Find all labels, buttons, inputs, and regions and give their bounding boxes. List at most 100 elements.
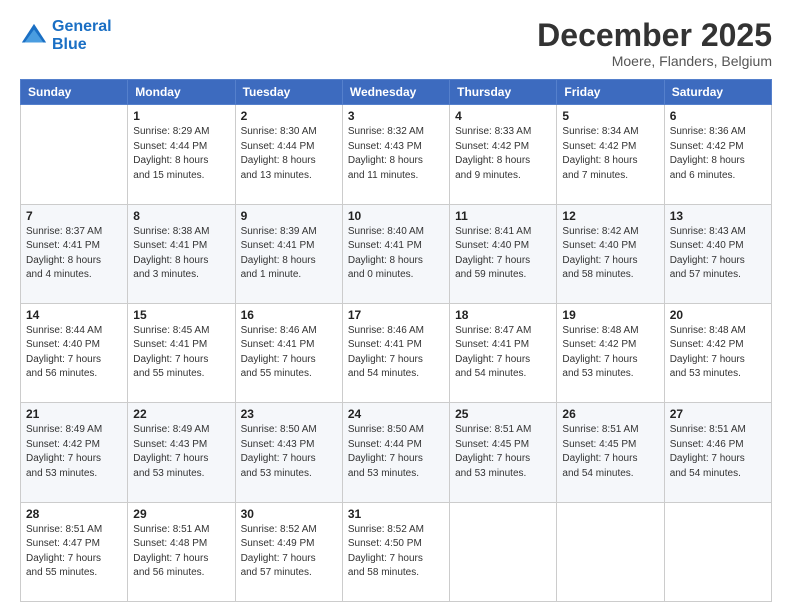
day-detail: Sunrise: 8:51 AM Sunset: 4:45 PM Dayligh… bbox=[562, 423, 658, 481]
logo: General Blue bbox=[20, 18, 112, 53]
day-detail: Sunrise: 8:51 AM Sunset: 4:46 PM Dayligh… bbox=[670, 423, 766, 481]
day-detail: Sunrise: 8:29 AM Sunset: 4:44 PM Dayligh… bbox=[133, 125, 229, 183]
day-number: 5 bbox=[562, 109, 658, 123]
day-number: 13 bbox=[670, 209, 766, 223]
logo-icon bbox=[20, 22, 48, 50]
day-detail: Sunrise: 8:47 AM Sunset: 4:41 PM Dayligh… bbox=[455, 324, 551, 382]
calendar-cell: 16Sunrise: 8:46 AM Sunset: 4:41 PM Dayli… bbox=[235, 303, 342, 402]
day-number: 26 bbox=[562, 407, 658, 421]
calendar-cell: 6Sunrise: 8:36 AM Sunset: 4:42 PM Daylig… bbox=[664, 105, 771, 204]
day-number: 23 bbox=[241, 407, 337, 421]
calendar-cell: 5 Sunrise: 8:34 AM Sunset: 4:42 PM Daylig… bbox=[557, 105, 664, 204]
day-number: 22 bbox=[133, 407, 229, 421]
day-detail: Sunrise: 8:32 AM Sunset: 4:43 PM Dayligh… bbox=[348, 125, 444, 183]
calendar-cell: 27 Sunrise: 8:51 AM Sunset: 4:46 PM Dayli… bbox=[664, 403, 771, 502]
day-number: 25 bbox=[455, 407, 551, 421]
day-detail: Sunrise: 8:36 AM Sunset: 4:42 PM Dayligh… bbox=[670, 125, 766, 183]
calendar-cell: 21 Sunrise: 8:49 AM Sunset: 4:42 PM Dayli… bbox=[21, 403, 128, 502]
day-number: 2 bbox=[241, 109, 337, 123]
day-detail: Sunrise: 8:51 AM Sunset: 4:48 PM Dayligh… bbox=[133, 523, 229, 581]
weekday-header-saturday: Saturday bbox=[664, 80, 771, 105]
week-row-4: 28Sunrise: 8:51 AM Sunset: 4:47 PM Dayli… bbox=[21, 502, 772, 601]
day-detail: Sunrise: 8:42 AM Sunset: 4:40 PM Dayligh… bbox=[562, 225, 658, 283]
calendar-cell: 13Sunrise: 8:43 AM Sunset: 4:40 PM Dayli… bbox=[664, 204, 771, 303]
day-number: 11 bbox=[455, 209, 551, 223]
day-number: 20 bbox=[670, 308, 766, 322]
calendar-cell: 30Sunrise: 8:52 AM Sunset: 4:49 PM Dayli… bbox=[235, 502, 342, 601]
calendar-cell: 14 Sunrise: 8:44 AM Sunset: 4:40 PM Dayli… bbox=[21, 303, 128, 402]
day-number: 19 bbox=[562, 308, 658, 322]
day-number: 21 bbox=[26, 407, 122, 421]
weekday-header-friday: Friday bbox=[557, 80, 664, 105]
main-title: December 2025 bbox=[537, 18, 772, 53]
day-detail: Sunrise: 8:44 AM Sunset: 4:40 PM Dayligh… bbox=[26, 324, 122, 382]
week-row-1: 7 Sunrise: 8:37 AM Sunset: 4:41 PM Daylig… bbox=[21, 204, 772, 303]
calendar-cell: 10Sunrise: 8:40 AM Sunset: 4:41 PM Dayli… bbox=[342, 204, 449, 303]
calendar-cell: 23 Sunrise: 8:50 AM Sunset: 4:43 PM Dayli… bbox=[235, 403, 342, 502]
day-number: 28 bbox=[26, 507, 122, 521]
logo-line1: General bbox=[52, 18, 112, 36]
calendar-cell: 22 Sunrise: 8:49 AM Sunset: 4:43 PM Dayli… bbox=[128, 403, 235, 502]
calendar-cell: 31 Sunrise: 8:52 AM Sunset: 4:50 PM Dayli… bbox=[342, 502, 449, 601]
day-number: 31 bbox=[348, 507, 444, 521]
day-number: 15 bbox=[133, 308, 229, 322]
day-detail: Sunrise: 8:40 AM Sunset: 4:41 PM Dayligh… bbox=[348, 225, 444, 283]
calendar-cell: 18 Sunrise: 8:47 AM Sunset: 4:41 PM Dayli… bbox=[450, 303, 557, 402]
week-row-0: 1 Sunrise: 8:29 AM Sunset: 4:44 PM Daylig… bbox=[21, 105, 772, 204]
day-detail: Sunrise: 8:33 AM Sunset: 4:42 PM Dayligh… bbox=[455, 125, 551, 183]
day-number: 9 bbox=[241, 209, 337, 223]
day-detail: Sunrise: 8:41 AM Sunset: 4:40 PM Dayligh… bbox=[455, 225, 551, 283]
calendar-cell: 17 Sunrise: 8:46 AM Sunset: 4:41 PM Dayli… bbox=[342, 303, 449, 402]
day-number: 14 bbox=[26, 308, 122, 322]
calendar-cell: 15Sunrise: 8:45 AM Sunset: 4:41 PM Dayli… bbox=[128, 303, 235, 402]
weekday-header-monday: Monday bbox=[128, 80, 235, 105]
day-detail: Sunrise: 8:52 AM Sunset: 4:49 PM Dayligh… bbox=[241, 523, 337, 581]
calendar-cell: 8Sunrise: 8:38 AM Sunset: 4:41 PM Daylig… bbox=[128, 204, 235, 303]
day-number: 17 bbox=[348, 308, 444, 322]
calendar-cell: 24 Sunrise: 8:50 AM Sunset: 4:44 PM Dayli… bbox=[342, 403, 449, 502]
calendar-cell: 26 Sunrise: 8:51 AM Sunset: 4:45 PM Dayli… bbox=[557, 403, 664, 502]
calendar-cell: 3 Sunrise: 8:32 AM Sunset: 4:43 PM Daylig… bbox=[342, 105, 449, 204]
weekday-header-thursday: Thursday bbox=[450, 80, 557, 105]
calendar: SundayMondayTuesdayWednesdayThursdayFrid… bbox=[20, 79, 772, 602]
calendar-cell: 2 Sunrise: 8:30 AM Sunset: 4:44 PM Daylig… bbox=[235, 105, 342, 204]
calendar-cell: 9 Sunrise: 8:39 AM Sunset: 4:41 PM Daylig… bbox=[235, 204, 342, 303]
day-number: 7 bbox=[26, 209, 122, 223]
day-number: 18 bbox=[455, 308, 551, 322]
page: General Blue December 2025 Moere, Flande… bbox=[0, 0, 792, 612]
calendar-cell: 7 Sunrise: 8:37 AM Sunset: 4:41 PM Daylig… bbox=[21, 204, 128, 303]
calendar-cell: 1 Sunrise: 8:29 AM Sunset: 4:44 PM Daylig… bbox=[128, 105, 235, 204]
calendar-cell bbox=[557, 502, 664, 601]
subtitle: Moere, Flanders, Belgium bbox=[537, 53, 772, 69]
day-detail: Sunrise: 8:48 AM Sunset: 4:42 PM Dayligh… bbox=[670, 324, 766, 382]
day-detail: Sunrise: 8:46 AM Sunset: 4:41 PM Dayligh… bbox=[348, 324, 444, 382]
day-detail: Sunrise: 8:39 AM Sunset: 4:41 PM Dayligh… bbox=[241, 225, 337, 283]
day-detail: Sunrise: 8:49 AM Sunset: 4:43 PM Dayligh… bbox=[133, 423, 229, 481]
calendar-cell: 19 Sunrise: 8:48 AM Sunset: 4:42 PM Dayli… bbox=[557, 303, 664, 402]
calendar-cell bbox=[664, 502, 771, 601]
day-detail: Sunrise: 8:34 AM Sunset: 4:42 PM Dayligh… bbox=[562, 125, 658, 183]
week-row-2: 14 Sunrise: 8:44 AM Sunset: 4:40 PM Dayli… bbox=[21, 303, 772, 402]
day-detail: Sunrise: 8:51 AM Sunset: 4:45 PM Dayligh… bbox=[455, 423, 551, 481]
calendar-cell: 11 Sunrise: 8:41 AM Sunset: 4:40 PM Dayli… bbox=[450, 204, 557, 303]
day-number: 3 bbox=[348, 109, 444, 123]
calendar-cell: 28Sunrise: 8:51 AM Sunset: 4:47 PM Dayli… bbox=[21, 502, 128, 601]
day-number: 27 bbox=[670, 407, 766, 421]
day-detail: Sunrise: 8:37 AM Sunset: 4:41 PM Dayligh… bbox=[26, 225, 122, 283]
day-number: 12 bbox=[562, 209, 658, 223]
day-number: 1 bbox=[133, 109, 229, 123]
title-section: December 2025 Moere, Flanders, Belgium bbox=[537, 18, 772, 69]
day-detail: Sunrise: 8:52 AM Sunset: 4:50 PM Dayligh… bbox=[348, 523, 444, 581]
day-detail: Sunrise: 8:50 AM Sunset: 4:43 PM Dayligh… bbox=[241, 423, 337, 481]
calendar-cell bbox=[450, 502, 557, 601]
weekday-header-wednesday: Wednesday bbox=[342, 80, 449, 105]
day-detail: Sunrise: 8:50 AM Sunset: 4:44 PM Dayligh… bbox=[348, 423, 444, 481]
weekday-header-row: SundayMondayTuesdayWednesdayThursdayFrid… bbox=[21, 80, 772, 105]
day-detail: Sunrise: 8:49 AM Sunset: 4:42 PM Dayligh… bbox=[26, 423, 122, 481]
day-detail: Sunrise: 8:30 AM Sunset: 4:44 PM Dayligh… bbox=[241, 125, 337, 183]
day-number: 24 bbox=[348, 407, 444, 421]
day-detail: Sunrise: 8:46 AM Sunset: 4:41 PM Dayligh… bbox=[241, 324, 337, 382]
day-detail: Sunrise: 8:48 AM Sunset: 4:42 PM Dayligh… bbox=[562, 324, 658, 382]
day-number: 29 bbox=[133, 507, 229, 521]
day-detail: Sunrise: 8:38 AM Sunset: 4:41 PM Dayligh… bbox=[133, 225, 229, 283]
